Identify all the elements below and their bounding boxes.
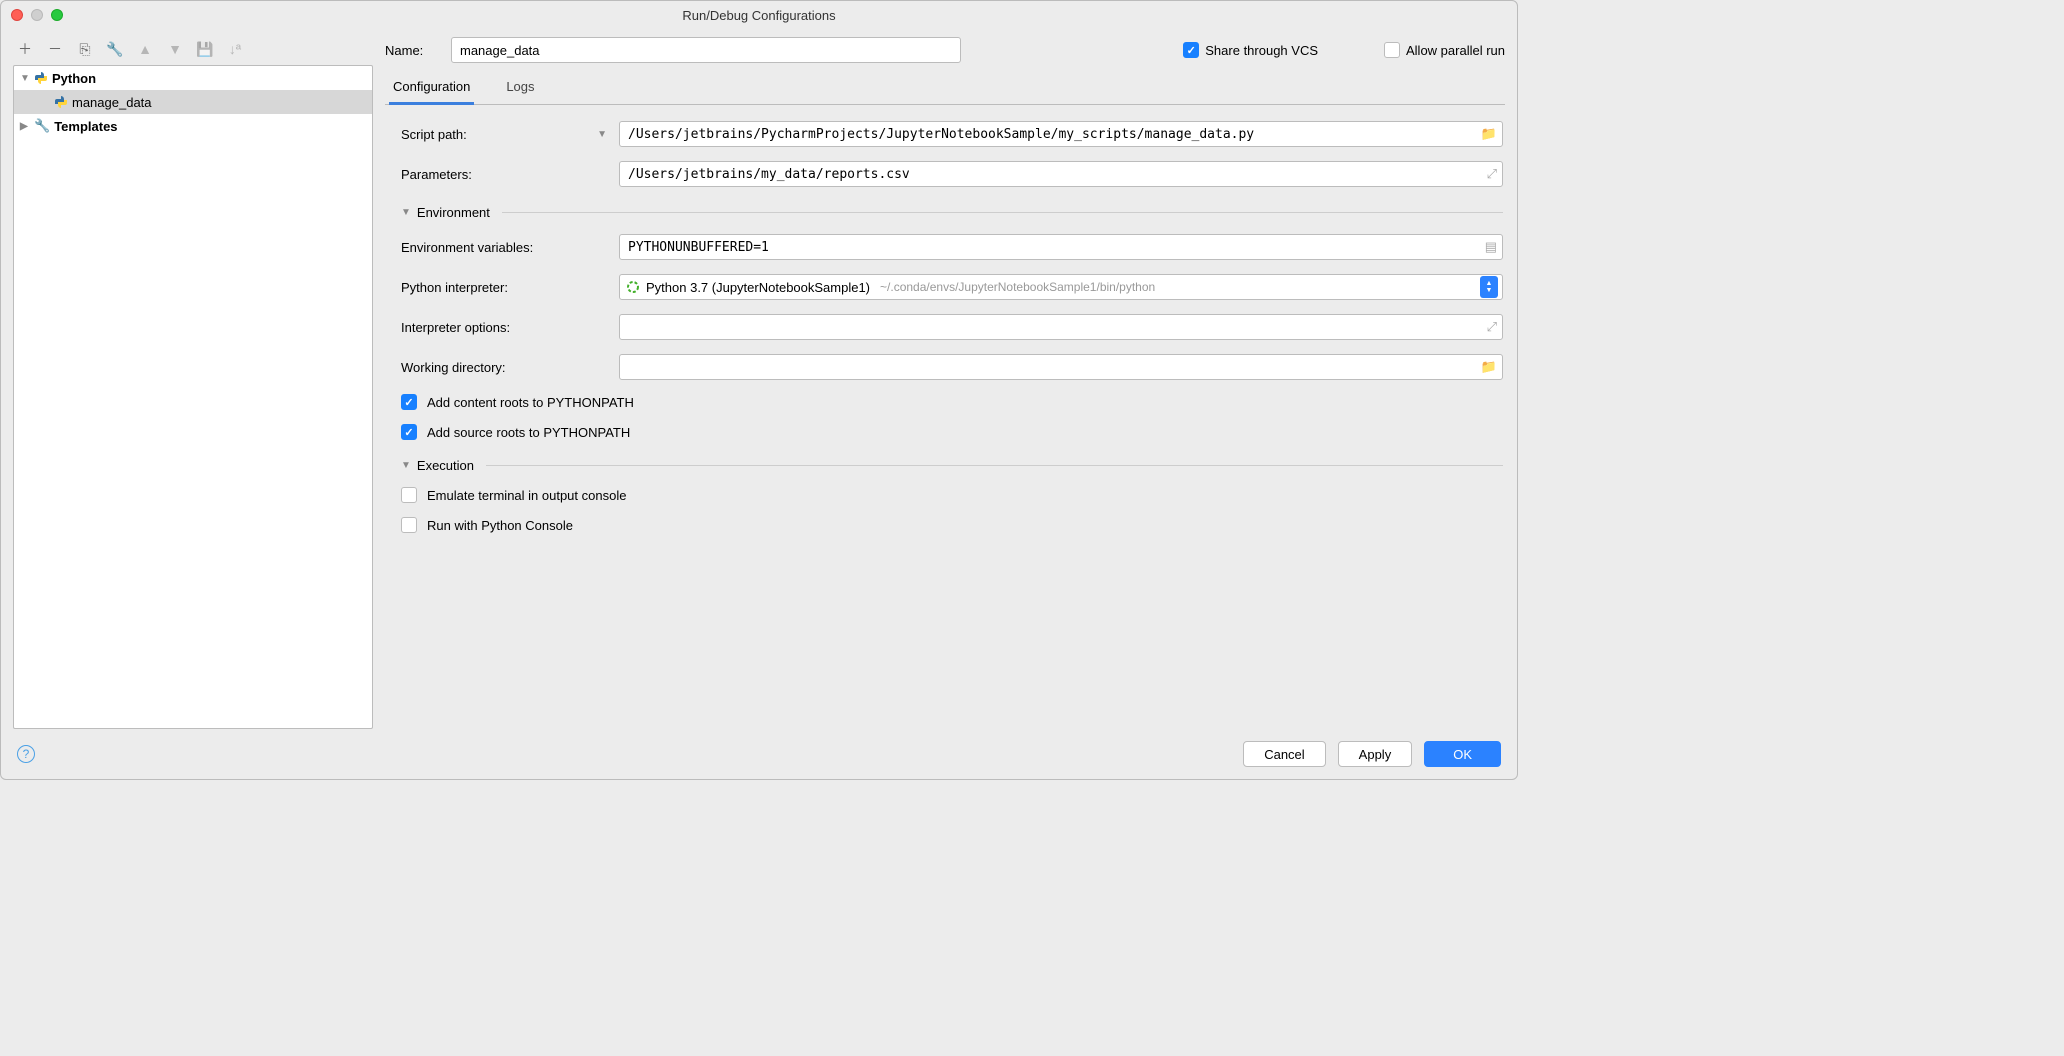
folder-icon[interactable]: 📁 (1481, 359, 1497, 375)
add-icon[interactable]: ＋ (17, 41, 33, 57)
disclosure-triangle-icon[interactable]: ▼ (401, 460, 411, 471)
python-icon (54, 95, 68, 109)
configuration-form: Script path: ▼ 📁 Parameters: ⤢ (385, 115, 1505, 533)
disclosure-triangle-icon[interactable]: ▶ (20, 121, 30, 132)
working-dir-row: Working directory: 📁 (401, 354, 1503, 380)
tree-node-templates[interactable]: ▶ 🔧 Templates (14, 114, 372, 138)
toolbar: ＋ － ⎘ 🔧 ▲ ▼ 💾 ↓ª (13, 37, 373, 65)
environment-header-label: Environment (417, 205, 490, 220)
body: ＋ － ⎘ 🔧 ▲ ▼ 💾 ↓ª ▼ Python (1, 29, 1517, 729)
chevron-down-icon[interactable]: ▼ (597, 129, 607, 140)
apply-button[interactable]: Apply (1338, 741, 1413, 767)
allow-parallel-row[interactable]: Allow parallel run (1384, 42, 1505, 58)
interpreter-options-input[interactable] (619, 314, 1503, 340)
cancel-button[interactable]: Cancel (1243, 741, 1325, 767)
allow-parallel-checkbox[interactable] (1384, 42, 1400, 58)
expand-icon[interactable]: ⤢ (1487, 166, 1497, 182)
divider (502, 212, 1503, 213)
disclosure-triangle-icon[interactable]: ▼ (401, 207, 411, 218)
parameters-row: Parameters: ⤢ (401, 161, 1503, 187)
wrench-icon[interactable]: 🔧 (107, 41, 123, 57)
execution-section-header[interactable]: ▼ Execution (401, 458, 1503, 473)
tree-label: Templates (54, 119, 117, 134)
name-input[interactable] (451, 37, 961, 63)
disclosure-triangle-icon[interactable]: ▼ (20, 73, 30, 84)
working-dir-input[interactable] (619, 354, 1503, 380)
move-down-icon: ▼ (167, 41, 183, 57)
environment-section-header[interactable]: ▼ Environment (401, 205, 1503, 220)
share-vcs-row[interactable]: Share through VCS (1183, 42, 1318, 58)
name-label: Name: (385, 43, 433, 58)
ok-button[interactable]: OK (1424, 741, 1501, 767)
tree-node-python[interactable]: ▼ Python (14, 66, 372, 90)
add-source-roots-row[interactable]: Add source roots to PYTHONPATH (401, 424, 1503, 440)
sort-icon: ↓ª (227, 41, 243, 57)
python-icon (34, 71, 48, 85)
tree-label: Python (52, 71, 96, 86)
name-row: Name: Share through VCS Allow parallel r… (385, 37, 1505, 63)
parameters-label: Parameters: (401, 167, 472, 182)
tabs: Configuration Logs (385, 73, 1505, 105)
copy-icon[interactable]: ⎘ (77, 41, 93, 57)
run-debug-config-window: Run/Debug Configurations ＋ － ⎘ 🔧 ▲ ▼ 💾 ↓… (0, 0, 1518, 780)
env-vars-row: Environment variables: ▤ (401, 234, 1503, 260)
add-source-roots-checkbox[interactable] (401, 424, 417, 440)
titlebar: Run/Debug Configurations (1, 1, 1517, 29)
share-vcs-label: Share through VCS (1205, 43, 1318, 58)
script-path-input[interactable] (619, 121, 1503, 147)
add-source-roots-label: Add source roots to PYTHONPATH (427, 425, 630, 440)
share-vcs-checkbox[interactable] (1183, 42, 1199, 58)
emulate-terminal-checkbox[interactable] (401, 487, 417, 503)
emulate-terminal-label: Emulate terminal in output console (427, 488, 626, 503)
interpreter-hint: ~/.conda/envs/JupyterNotebookSample1/bin… (880, 280, 1474, 294)
select-stepper-icon[interactable]: ▲▼ (1480, 276, 1498, 298)
script-path-label: Script path: (401, 127, 467, 142)
add-content-roots-row[interactable]: Add content roots to PYTHONPATH (401, 394, 1503, 410)
env-vars-label: Environment variables: (401, 240, 533, 255)
parameters-input[interactable] (619, 161, 1503, 187)
interpreter-value: Python 3.7 (JupyterNotebookSample1) (646, 280, 870, 295)
execution-header-label: Execution (417, 458, 474, 473)
add-content-roots-checkbox[interactable] (401, 394, 417, 410)
list-icon[interactable]: ▤ (1485, 239, 1497, 255)
env-vars-input[interactable] (619, 234, 1503, 260)
divider (486, 465, 1503, 466)
tab-configuration[interactable]: Configuration (389, 73, 474, 105)
remove-icon[interactable]: － (47, 41, 63, 57)
help-icon[interactable]: ? (17, 745, 35, 763)
window-title: Run/Debug Configurations (1, 8, 1517, 23)
save-icon: 💾 (197, 41, 213, 57)
script-path-row: Script path: ▼ 📁 (401, 121, 1503, 147)
interpreter-row: Python interpreter: Python 3.7 (JupyterN… (401, 274, 1503, 300)
config-tree[interactable]: ▼ Python manage_data ▶ 🔧 Templates (13, 65, 373, 729)
allow-parallel-label: Allow parallel run (1406, 43, 1505, 58)
footer: ? Cancel Apply OK (1, 729, 1517, 779)
add-content-roots-label: Add content roots to PYTHONPATH (427, 395, 634, 410)
emulate-terminal-row[interactable]: Emulate terminal in output console (401, 487, 1503, 503)
sidebar: ＋ － ⎘ 🔧 ▲ ▼ 💾 ↓ª ▼ Python (13, 37, 373, 729)
move-up-icon: ▲ (137, 41, 153, 57)
interpreter-options-row: Interpreter options: ⤢ (401, 314, 1503, 340)
interpreter-select[interactable]: Python 3.7 (JupyterNotebookSample1) ~/.c… (619, 274, 1503, 300)
wrench-icon: 🔧 (34, 118, 50, 134)
tree-node-manage-data[interactable]: manage_data (14, 90, 372, 114)
interpreter-label: Python interpreter: (401, 280, 508, 295)
run-python-console-label: Run with Python Console (427, 518, 573, 533)
run-python-console-row[interactable]: Run with Python Console (401, 517, 1503, 533)
tab-logs[interactable]: Logs (502, 73, 538, 104)
tree-label: manage_data (72, 95, 152, 110)
interpreter-options-label: Interpreter options: (401, 320, 510, 335)
working-dir-label: Working directory: (401, 360, 506, 375)
main-panel: Name: Share through VCS Allow parallel r… (385, 37, 1505, 729)
folder-icon[interactable]: 📁 (1481, 126, 1497, 142)
run-python-console-checkbox[interactable] (401, 517, 417, 533)
conda-icon (626, 280, 640, 294)
expand-icon[interactable]: ⤢ (1487, 319, 1497, 335)
